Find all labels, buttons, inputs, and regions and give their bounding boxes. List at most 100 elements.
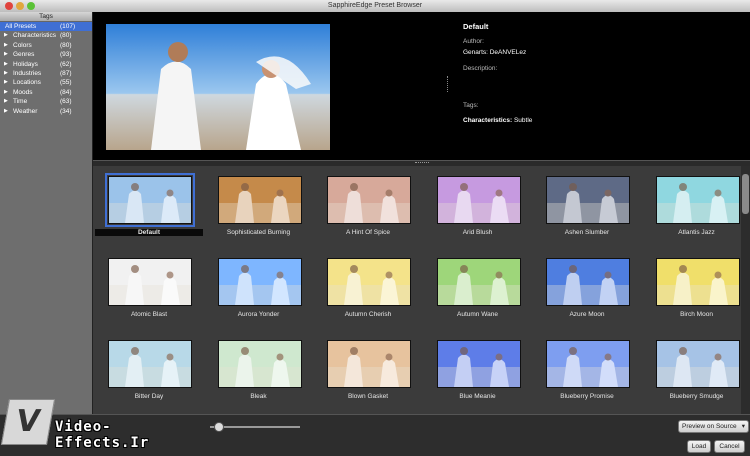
- sidebar-item-label: Industries: [13, 69, 42, 77]
- preset-tile[interactable]: Autumn Cherish: [314, 250, 422, 330]
- load-button[interactable]: Load: [687, 440, 711, 453]
- preset-thumbnail[interactable]: [217, 340, 302, 388]
- disclosure-triangle-icon[interactable]: ▶: [4, 97, 8, 106]
- preset-tile[interactable]: Blueberry Smudge: [643, 332, 742, 412]
- slider-knob[interactable]: [214, 422, 224, 432]
- preview-on-source-select[interactable]: Preview on Source ▾: [678, 420, 749, 433]
- preset-thumbnail[interactable]: [546, 176, 630, 224]
- preset-tile[interactable]: Ashen Slumber: [533, 168, 641, 248]
- sidebar-item-colors[interactable]: ▶ Colors (80): [0, 41, 92, 50]
- preset-label: Bleak: [250, 393, 267, 400]
- sidebar-item-moods[interactable]: ▶ Moods (84): [0, 88, 92, 97]
- sidebar-item-weather[interactable]: ▶ Weather (34): [0, 107, 92, 116]
- preset-thumbnail[interactable]: [655, 258, 740, 306]
- window-title: SapphireEdge Preset Browser: [327, 2, 423, 9]
- disclosure-triangle-icon[interactable]: ▶: [4, 50, 8, 59]
- zoom-window-button[interactable]: [27, 2, 35, 10]
- sidebar-item-holidays[interactable]: ▶ Holidays (62): [0, 60, 92, 69]
- preset-thumbnail[interactable]: [436, 340, 521, 388]
- preset-thumbnail[interactable]: [327, 258, 411, 306]
- preset-thumbnail[interactable]: [655, 340, 740, 388]
- preset-tile[interactable]: Autumn Wane: [424, 250, 532, 330]
- preset-thumbnail[interactable]: [108, 258, 192, 306]
- preset-thumbnail[interactable]: [436, 176, 521, 224]
- preset-thumbnail[interactable]: [327, 176, 411, 224]
- preset-tile[interactable]: Atlantis Jazz: [643, 168, 742, 248]
- sidebar-item-characteristics[interactable]: ▶ Characteristics (80): [0, 31, 92, 40]
- sidebar-item-locations[interactable]: ▶ Locations (55): [0, 78, 92, 87]
- preset-tile[interactable]: Sophisticated Burning: [205, 168, 313, 248]
- preset-tile[interactable]: Bleak: [205, 332, 313, 412]
- disclosure-triangle-icon[interactable]: ▶: [4, 78, 8, 87]
- preset-tile[interactable]: Blueberry Promise: [533, 332, 641, 412]
- disclosure-triangle-icon[interactable]: ▶: [4, 107, 8, 116]
- sidebar-item-label: Colors: [13, 41, 32, 49]
- characteristics-row: Characteristics: Subtle: [463, 117, 532, 124]
- preset-thumbnail[interactable]: [546, 258, 630, 306]
- preset-label: Autumn Cherish: [344, 311, 392, 318]
- close-window-button[interactable]: [5, 2, 13, 10]
- preset-label: Blueberry Smudge: [669, 393, 724, 400]
- sidebar-item-count: (93): [60, 51, 72, 59]
- tag-list: All Presets (107) ▶ Characteristics (80) ▶ Col…: [0, 22, 92, 116]
- scrollbar-thumb[interactable]: [742, 174, 749, 214]
- disclosure-triangle-icon[interactable]: ▶: [4, 60, 8, 69]
- sidebar-item-label: All Presets: [5, 23, 37, 30]
- sidebar-item-count: (62): [60, 60, 72, 68]
- preview-image: [106, 24, 330, 150]
- preset-label: Blown Gasket: [347, 393, 389, 400]
- preset-label: Birch Moon: [680, 311, 713, 318]
- preset-tile[interactable]: Arid Blush: [424, 168, 532, 248]
- info-resize-handle[interactable]: [447, 76, 450, 92]
- preview-select-label: Preview on Source: [682, 423, 737, 430]
- sidebar-item-time[interactable]: ▶ Time (63): [0, 97, 92, 106]
- preset-tile[interactable]: Blue Meanie: [424, 332, 532, 412]
- minimize-window-button[interactable]: [16, 2, 24, 10]
- preset-thumbnail[interactable]: [327, 340, 411, 388]
- preset-tile[interactable]: Azure Moon: [533, 250, 641, 330]
- preset-label: Blue Meanie: [459, 393, 496, 400]
- preset-thumbnail[interactable]: [655, 176, 740, 224]
- disclosure-triangle-icon[interactable]: ▶: [4, 31, 8, 40]
- preset-name: Default: [463, 22, 489, 31]
- sidebar-item-count: (55): [60, 79, 72, 87]
- preset-thumbnail[interactable]: [108, 340, 192, 388]
- preset-label: Atlantis Jazz: [678, 229, 715, 236]
- preset-preview-pane: Default Author: Genarts: DeANVELez Descr…: [93, 12, 750, 160]
- preset-tile[interactable]: Aurora Yonder: [205, 250, 313, 330]
- grid-scrollbar[interactable]: [741, 166, 750, 414]
- preset-thumbnail[interactable]: [436, 258, 521, 306]
- sidebar-item-label: Weather: [13, 107, 38, 115]
- sidebar-item-count: (80): [60, 32, 72, 40]
- disclosure-triangle-icon[interactable]: ▶: [4, 41, 8, 50]
- sidebar-item-label: Holidays: [13, 60, 38, 68]
- tags-header: Tags: [0, 12, 92, 22]
- preset-tile[interactable]: Atomic Blast: [95, 250, 203, 330]
- disclosure-triangle-icon[interactable]: ▶: [4, 69, 8, 78]
- preset-tile[interactable]: Birch Moon: [643, 250, 742, 330]
- sidebar-item-industries[interactable]: ▶ Industries (87): [0, 69, 92, 78]
- preset-label: Ashen Slumber: [564, 229, 610, 236]
- characteristics-label: Characteristics:: [463, 117, 513, 124]
- preset-thumbnail[interactable]: [217, 258, 302, 306]
- sidebar-item-all-presets[interactable]: All Presets (107): [0, 22, 92, 32]
- preset-tile[interactable]: A Hint Of Spice: [314, 168, 422, 248]
- watermark: V Video-Effects.Ir: [0, 397, 205, 451]
- watermark-text: Video-Effects.Ir: [55, 419, 150, 451]
- author-label: Author:: [463, 38, 484, 45]
- sidebar-item-genres[interactable]: ▶ Genres (93): [0, 50, 92, 59]
- sidebar-item-count: (34): [60, 107, 72, 115]
- preset-tile[interactable]: Default: [95, 168, 203, 248]
- preset-thumbnail[interactable]: [546, 340, 630, 388]
- cancel-button[interactable]: Cancel: [714, 440, 745, 453]
- preset-tile[interactable]: Blown Gasket: [314, 332, 422, 412]
- preset-label: Aurora Yonder: [237, 311, 280, 318]
- preset-label: A Hint Of Spice: [345, 229, 391, 236]
- preset-thumbnail[interactable]: [105, 173, 195, 227]
- description-label: Description:: [463, 65, 498, 72]
- sidebar-item-label: Time: [13, 98, 28, 106]
- preset-thumbnail[interactable]: [217, 176, 302, 224]
- sidebar-item-count: (80): [60, 41, 72, 49]
- disclosure-triangle-icon[interactable]: ▶: [4, 88, 8, 97]
- sidebar-item-count: (63): [60, 98, 72, 106]
